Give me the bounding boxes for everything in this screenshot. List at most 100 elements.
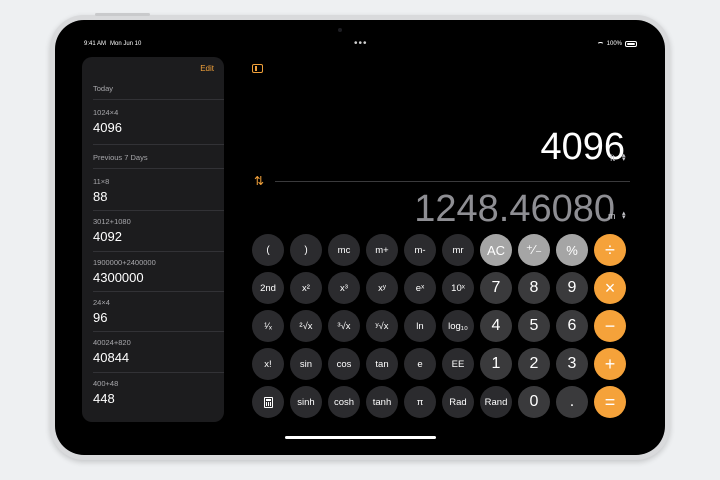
key-1[interactable]: 1 [480,348,512,380]
bottom-unit-selector[interactable]: m [608,211,616,221]
key-log10[interactable]: log₁₀ [442,310,474,342]
key-rad[interactable]: Rad [442,386,474,418]
history-entry[interactable]: 11×8 88 [93,177,223,204]
key-5[interactable]: 5 [518,310,550,342]
entry-result: 4300000 [93,270,144,285]
divider [93,331,224,332]
key-cosh[interactable]: cosh [328,386,360,418]
key-plus-minus[interactable]: ⁺∕₋ [518,234,550,266]
history-entry[interactable]: 1024×4 4096 [93,108,223,135]
history-entry[interactable]: 40024+820 40844 [93,338,223,365]
key-ln[interactable]: ln [404,310,436,342]
key-all-clear[interactable]: AC [480,234,512,266]
key-2[interactable]: 2 [518,348,550,380]
key-m-minus[interactable]: m- [404,234,436,266]
key-sinh[interactable]: sinh [290,386,322,418]
chevron-updown-icon[interactable]: ▴ ▾ [622,152,626,163]
key-subtract[interactable]: − [594,310,626,342]
entry-expression: 1024×4 [93,108,119,117]
key-calculator-mode[interactable] [252,386,284,418]
edit-button[interactable]: Edit [200,64,214,73]
key-tan[interactable]: tan [366,348,398,380]
key-m-plus[interactable]: m+ [366,234,398,266]
key-3[interactable]: 3 [556,348,588,380]
key-7[interactable]: 7 [480,272,512,304]
key-divide[interactable]: ÷ [594,234,626,266]
key-x-cubed[interactable]: x³ [328,272,360,304]
entry-result: 40844 [93,350,130,365]
history-entry[interactable]: 24×4 96 [93,298,223,325]
divider [93,210,224,211]
key-factorial[interactable]: x! [252,348,284,380]
key-ee[interactable]: EE [442,348,474,380]
divider [93,168,224,169]
multitasking-dots-icon[interactable]: ••• [354,39,368,49]
swap-units-icon[interactable]: ⇅ [254,174,264,188]
section-previous-7-days: Previous 7 Days [93,153,148,162]
key-cube-root[interactable]: ³√x [328,310,360,342]
key-close-paren[interactable]: ) [290,234,322,266]
key-tanh[interactable]: tanh [366,386,398,418]
history-entry[interactable]: 1900000+2400000 4300000 [93,258,223,285]
status-date: Mon Jun 10 [110,41,142,47]
key-10-pow-x[interactable]: 10ˣ [442,272,474,304]
entry-expression: 24×4 [93,298,110,307]
divider [93,251,224,252]
entry-expression: 11×8 [93,177,110,186]
key-x-pow-y[interactable]: xʸ [366,272,398,304]
key-rand[interactable]: Rand [480,386,512,418]
key-pi[interactable]: π [404,386,436,418]
key-y-root[interactable]: ʸ√x [366,310,398,342]
battery-percent: 100% [606,41,622,47]
display-divider [275,181,630,182]
key-9[interactable]: 9 [556,272,588,304]
key-percent[interactable]: % [556,234,588,266]
key-decimal[interactable]: . [556,386,588,418]
entry-result: 448 [93,391,115,406]
entry-expression: 40024+820 [93,338,131,347]
key-mc[interactable]: mc [328,234,360,266]
key-mr[interactable]: mr [442,234,474,266]
key-2nd[interactable]: 2nd [252,272,284,304]
screen: 9:41 AM Mon Jun 10 100% ••• Edit Today 1… [55,20,665,455]
key-open-paren[interactable]: ( [252,234,284,266]
section-today: Today [93,84,114,93]
key-cos[interactable]: cos [328,348,360,380]
key-add[interactable]: + [594,348,626,380]
key-6[interactable]: 6 [556,310,588,342]
entry-result: 4092 [93,229,122,244]
history-entry[interactable]: 400+48 448 [93,379,223,406]
converted-to-value: 1248.46080 [414,188,615,230]
status-bar: 9:41 AM Mon Jun 10 100% [55,20,665,47]
key-8[interactable]: 8 [518,272,550,304]
key-square-root[interactable]: ²√x [290,310,322,342]
key-equals[interactable]: = [594,386,626,418]
history-entry[interactable]: 3012+1080 4092 [93,217,223,244]
entry-result: 96 [93,310,108,325]
status-time: 9:41 AM [84,41,107,47]
key-4[interactable]: 4 [480,310,512,342]
key-0[interactable]: 0 [518,386,550,418]
sidebar-toggle-icon[interactable] [252,64,263,73]
battery-icon [625,41,637,47]
wifi-icon [596,41,604,47]
entry-expression: 400+48 [93,379,119,388]
key-reciprocal[interactable]: ¹⁄ₓ [252,310,284,342]
entry-expression: 3012+1080 [93,217,131,226]
key-x-squared[interactable]: x² [290,272,322,304]
key-sin[interactable]: sin [290,348,322,380]
divider [93,144,224,145]
entry-result: 4096 [93,120,122,135]
key-multiply[interactable]: × [594,272,626,304]
chevron-updown-icon[interactable]: ▴ ▾ [622,210,626,221]
entry-expression: 1900000+2400000 [93,258,156,267]
calculator-icon [263,396,273,408]
home-indicator[interactable] [285,436,436,439]
divider [93,372,224,373]
history-sidebar: Edit Today 1024×4 4096 Previous 7 Days 1… [82,57,224,422]
key-e-pow-x[interactable]: eˣ [404,272,436,304]
top-button [95,13,150,16]
divider [93,291,224,292]
top-unit-selector[interactable]: ft [610,153,615,163]
key-e[interactable]: e [404,348,436,380]
